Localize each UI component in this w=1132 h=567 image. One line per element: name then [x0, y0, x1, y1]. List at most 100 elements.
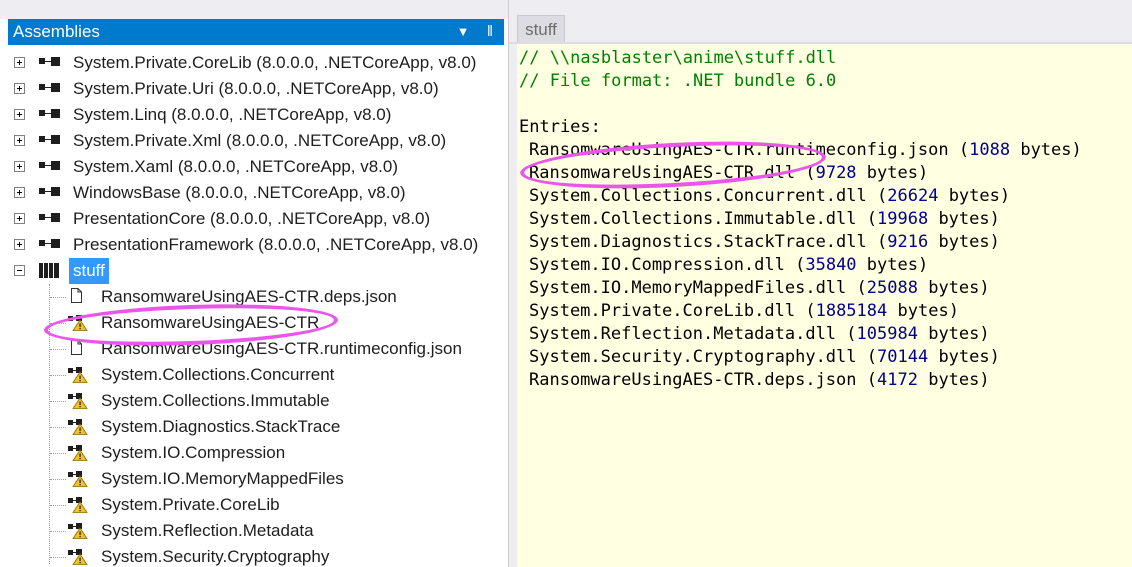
- tree-item-label: System.Diagnostics.StackTrace: [101, 417, 341, 436]
- entry-unit: bytes: [866, 163, 918, 183]
- bundle-entry-line: System.Collections.Immutable.dll (19968 …: [529, 208, 1000, 231]
- tree-connector-horizontal: [50, 427, 66, 428]
- warning-assembly-icon: [68, 523, 88, 539]
- tree-connector-horizontal: [50, 401, 66, 402]
- entry-paren-open: (: [836, 324, 857, 344]
- tree-item-assembly[interactable]: PresentationCore (8.0.0.0, .NETCoreApp, …: [0, 206, 508, 232]
- entry-size: 26624: [887, 186, 939, 206]
- expand-icon[interactable]: [14, 187, 25, 198]
- expand-icon[interactable]: [14, 239, 25, 250]
- bundle-entry-line: System.Collections.Concurrent.dll (26624…: [529, 185, 1010, 208]
- expand-icon[interactable]: [14, 161, 25, 172]
- dropdown-icon[interactable]: ▼: [454, 19, 472, 45]
- assembly-icon: [39, 57, 63, 68]
- entry-space: [918, 278, 928, 298]
- tree-item-assembly[interactable]: PresentationFramework (8.0.0.0, .NETCore…: [0, 232, 508, 258]
- entry-size: 19968: [877, 209, 929, 229]
- assembly-icon: [39, 239, 63, 250]
- tree-connector-horizontal: [50, 531, 66, 532]
- tree-item-label: System.Private.Uri (8.0.0.0, .NETCoreApp…: [73, 79, 439, 98]
- entry-unit: bytes: [928, 370, 980, 390]
- pane-top-gap: [0, 0, 508, 19]
- entry-paren-close: ): [917, 255, 929, 275]
- expand-icon[interactable]: [14, 57, 25, 68]
- tree-item-entry[interactable]: System.Reflection.Metadata: [0, 518, 508, 544]
- entry-unit: bytes: [938, 232, 990, 252]
- entry-size: 1088: [969, 140, 1011, 160]
- entry-size: 35840: [805, 255, 857, 275]
- tree-item-entry[interactable]: System.Security.Cryptography: [0, 544, 508, 567]
- entry-unit: bytes: [928, 324, 980, 344]
- tree-item-entry[interactable]: System.Diagnostics.StackTrace: [0, 414, 508, 440]
- tree-connector-horizontal: [50, 349, 66, 350]
- entry-space: [1010, 140, 1020, 160]
- warning-assembly-icon: [68, 445, 88, 461]
- assembly-icon: [39, 161, 63, 172]
- tree-connector-horizontal: [50, 557, 66, 558]
- tree-connector-horizontal: [50, 453, 66, 454]
- bundle-entry-line: System.IO.MemoryMappedFiles.dll (25088 b…: [529, 277, 990, 300]
- bundle-entry-line: System.Private.CoreLib.dll (1885184 byte…: [529, 300, 959, 323]
- entry-paren-open: (: [784, 255, 806, 275]
- tree-item-bundle[interactable]: stuff: [0, 258, 508, 284]
- tree-item-assembly[interactable]: System.Xaml (8.0.0.0, .NETCoreApp, v8.0): [0, 154, 508, 180]
- entry-paren-close: ): [989, 209, 1000, 229]
- entry-unit: bytes: [938, 347, 990, 367]
- entry-size: 9216: [887, 232, 929, 252]
- tree-item-entry[interactable]: System.Collections.Immutable: [0, 388, 508, 414]
- entry-paren-open: (: [846, 278, 867, 298]
- entry-paren-open: (: [866, 186, 888, 206]
- tree-item-label: System.Private.CoreLib (8.0.0.0, .NETCor…: [73, 53, 477, 72]
- tree-item-assembly[interactable]: System.Private.Uri (8.0.0.0, .NETCoreApp…: [0, 76, 508, 102]
- tree-item-label: System.Collections.Immutable: [101, 391, 330, 410]
- tree-item-assembly[interactable]: WindowsBase (8.0.0.0, .NETCoreApp, v8.0): [0, 180, 508, 206]
- bundle-entry-line: System.Security.Cryptography.dll (70144 …: [529, 346, 1000, 369]
- code-view[interactable]: // \\nasblaster\anime\stuff.dll // File f…: [517, 44, 1132, 567]
- entry-paren-open: (: [948, 140, 970, 160]
- tab-stuff[interactable]: stuff: [517, 15, 565, 43]
- tree-item-entry[interactable]: System.Private.CoreLib: [0, 492, 508, 518]
- pin-icon[interactable]: ‖: [480, 19, 500, 45]
- entry-paren-close: ): [989, 232, 1000, 252]
- entry-paren-close: ): [989, 347, 1000, 367]
- entry-space: [928, 232, 938, 252]
- entry-paren-open: (: [795, 301, 816, 321]
- tree-item-label: WindowsBase (8.0.0.0, .NETCoreApp, v8.0): [73, 183, 406, 202]
- entry-unit: bytes: [1020, 140, 1072, 160]
- assemblies-title: Assemblies: [13, 22, 100, 41]
- tree-item-entry[interactable]: System.IO.Compression: [0, 440, 508, 466]
- entry-space: [928, 347, 938, 367]
- assemblies-pane: Assemblies ▼ ‖ System.Private.CoreLib (8…: [0, 0, 509, 567]
- entry-space: [857, 255, 867, 275]
- entry-size: 9728: [815, 163, 857, 183]
- code-comment-line: // File format: .NET bundle 6.0: [519, 70, 836, 93]
- entry-paren-close: ): [948, 301, 959, 321]
- entry-name: System.Collections.Concurrent.dll: [529, 186, 867, 206]
- entry-space: [887, 301, 897, 321]
- entry-space: [918, 324, 928, 344]
- assembly-icon: [39, 187, 63, 198]
- bundle-icon: [38, 263, 60, 278]
- tree-item-assembly[interactable]: System.Linq (8.0.0.0, .NETCoreApp, v8.0): [0, 102, 508, 128]
- entry-paren-close: ): [979, 278, 990, 298]
- expand-icon[interactable]: [14, 109, 25, 120]
- entry-size: 105984: [856, 324, 918, 344]
- tree-item-assembly[interactable]: System.Private.Xml (8.0.0.0, .NETCoreApp…: [0, 128, 508, 154]
- tree-item-label: PresentationCore (8.0.0.0, .NETCoreApp, …: [73, 209, 431, 228]
- collapse-icon[interactable]: [14, 265, 25, 276]
- expand-icon[interactable]: [14, 213, 25, 224]
- tree-item-label: PresentationFramework (8.0.0.0, .NETCore…: [73, 235, 479, 254]
- entries-heading: Entries:: [519, 117, 601, 137]
- expand-icon[interactable]: [14, 83, 25, 94]
- tree-item-assembly[interactable]: System.Private.CoreLib (8.0.0.0, .NETCor…: [0, 50, 508, 76]
- warning-assembly-icon: [68, 497, 88, 513]
- entry-space: [857, 163, 867, 183]
- entry-paren-close: ): [979, 370, 990, 390]
- tree-item-entry[interactable]: System.Collections.Concurrent: [0, 362, 508, 388]
- expand-icon[interactable]: [14, 135, 25, 146]
- entry-name: System.Private.CoreLib.dll: [529, 301, 796, 321]
- comment-text: // \\nasblaster\anime\stuff.dll: [519, 48, 837, 68]
- entry-unit: bytes: [948, 186, 1000, 206]
- tree-item-entry[interactable]: System.IO.MemoryMappedFiles: [0, 466, 508, 492]
- tree-connector-horizontal: [50, 297, 66, 298]
